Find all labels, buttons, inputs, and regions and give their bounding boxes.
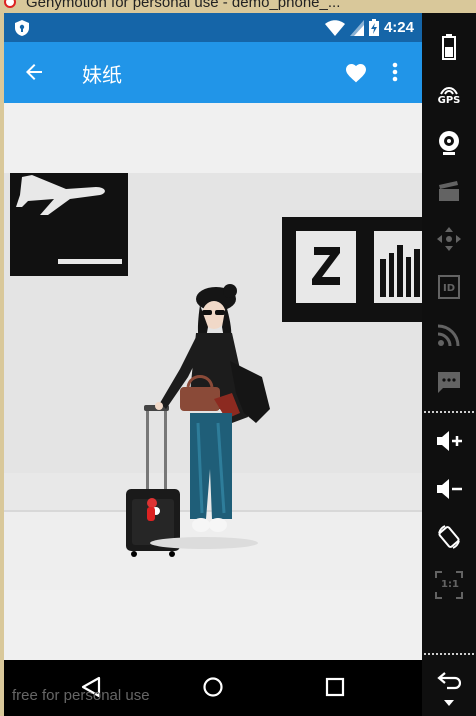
network-tool[interactable] xyxy=(422,315,476,355)
dpad-tool[interactable] xyxy=(422,219,476,259)
emulator-toolbar: GPS ID 1:1 xyxy=(422,13,476,716)
webcam-tool[interactable] xyxy=(422,123,476,163)
girl-photo[interactable] xyxy=(4,173,422,590)
rotate-tool[interactable] xyxy=(422,517,476,557)
app-bar: 妹纸 xyxy=(4,42,422,103)
content-area xyxy=(4,103,422,660)
battery-icon xyxy=(442,34,456,60)
return-arrow-icon xyxy=(437,672,461,690)
rss-icon xyxy=(438,324,460,346)
nav-recents-icon[interactable] xyxy=(323,675,347,699)
status-bar: 4:24 xyxy=(4,13,422,42)
volume-down-icon xyxy=(437,479,462,499)
window-title: Genymotion for personal use - demo_phone… xyxy=(26,0,341,11)
wifi-icon xyxy=(324,19,345,36)
battery-charging-icon xyxy=(368,19,379,36)
page-title: 妹纸 xyxy=(82,63,122,87)
cell-signal-icon xyxy=(349,19,364,36)
watermark-text: free for personal use xyxy=(12,687,150,704)
toolbar-separator-bottom xyxy=(424,653,474,655)
chevron-down-icon xyxy=(444,700,454,706)
gps-signal-icon xyxy=(440,86,458,95)
genymotion-app-icon xyxy=(4,0,16,8)
rotate-icon xyxy=(438,525,460,549)
device-id-tool[interactable]: ID xyxy=(422,267,476,307)
more-options-icon[interactable] xyxy=(388,60,402,84)
clapperboard-icon xyxy=(439,181,459,201)
menu-tool[interactable] xyxy=(422,693,476,713)
android-screen: 4:24 妹纸 free for personal use xyxy=(4,13,422,716)
volume-up-tool[interactable] xyxy=(422,421,476,461)
status-time: 4:24 xyxy=(383,19,414,36)
id-label: ID xyxy=(442,283,456,294)
gps-tool[interactable]: GPS xyxy=(422,75,476,115)
back-arrow-icon[interactable] xyxy=(22,60,46,84)
window-titlebar: Genymotion for personal use - demo_phone… xyxy=(0,0,476,13)
nav-home-icon[interactable] xyxy=(201,675,225,699)
toolbar-separator xyxy=(424,411,474,413)
webcam-icon xyxy=(439,131,459,155)
capture-tool[interactable] xyxy=(422,171,476,211)
favorite-heart-icon[interactable] xyxy=(344,61,368,83)
message-icon xyxy=(438,372,460,393)
volume-up-icon xyxy=(437,431,462,451)
dpad-icon xyxy=(437,227,461,251)
scale-label: 1:1 xyxy=(441,579,459,590)
volume-down-tool[interactable] xyxy=(422,469,476,509)
sms-tool[interactable] xyxy=(422,363,476,403)
gps-label: GPS xyxy=(437,94,461,106)
battery-tool[interactable] xyxy=(422,27,476,67)
scale-tool[interactable]: 1:1 xyxy=(422,565,476,605)
shield-notification-icon xyxy=(15,20,29,36)
